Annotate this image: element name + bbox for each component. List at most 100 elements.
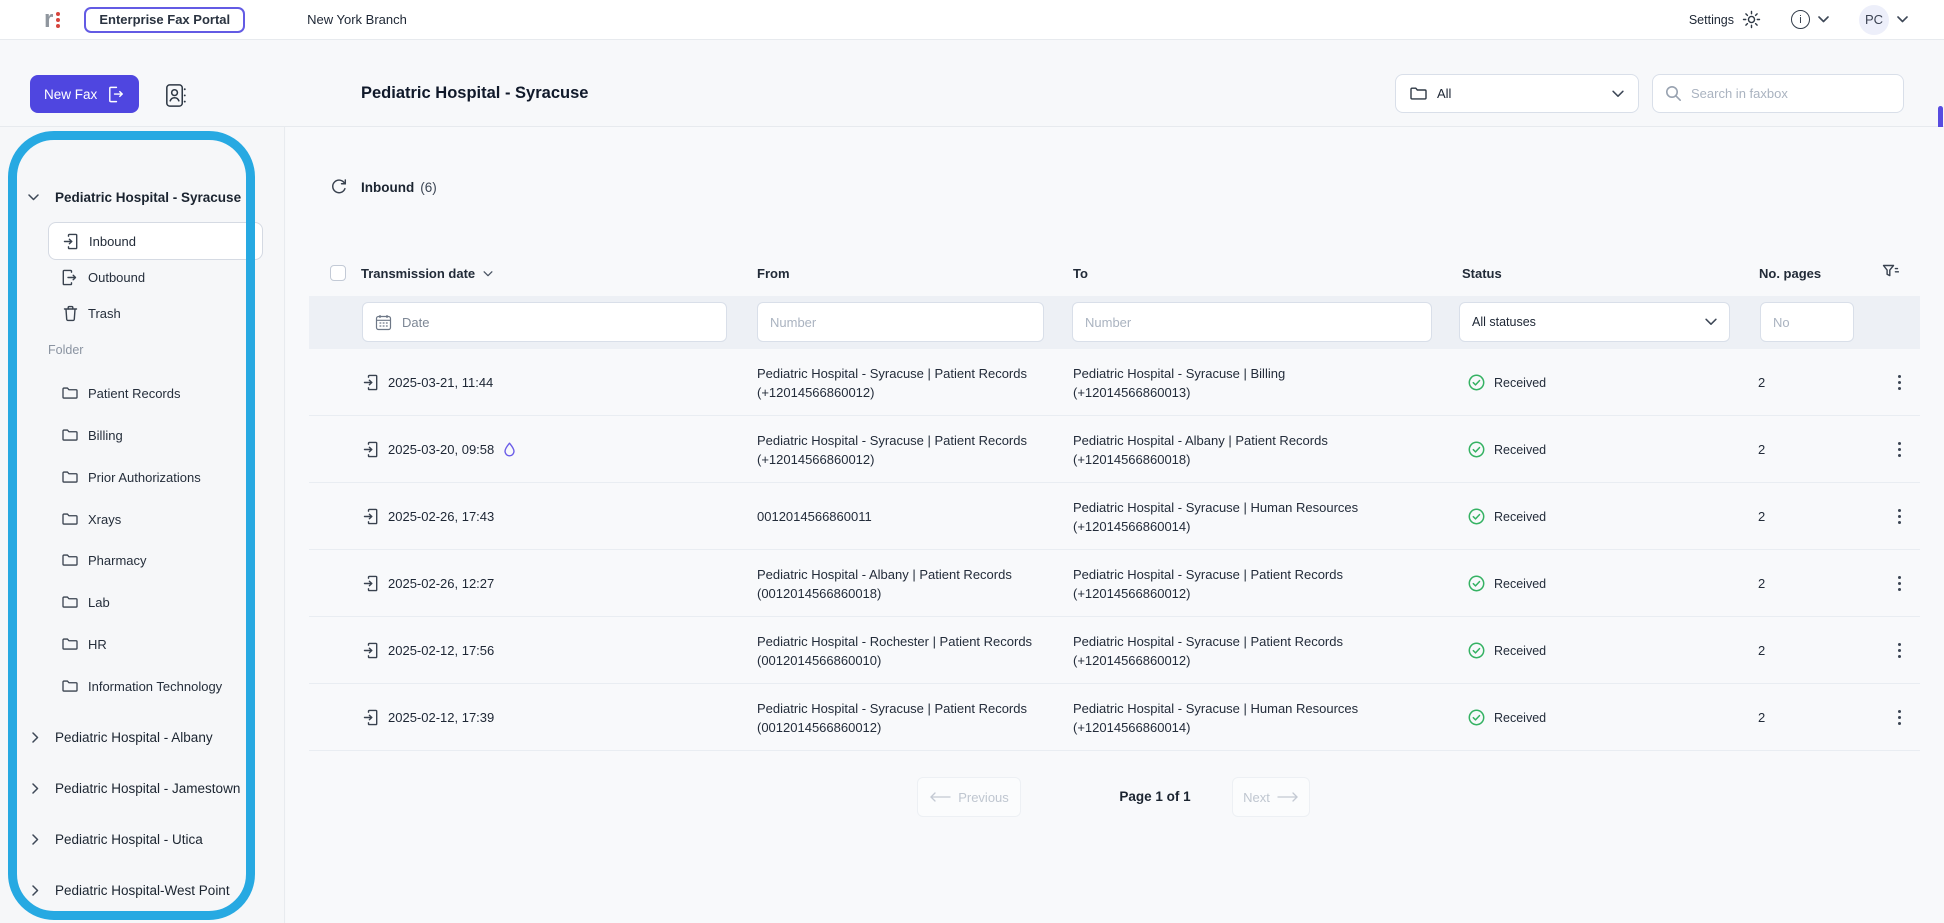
folder-icon xyxy=(62,595,78,609)
sidebar-folder-billing[interactable]: Billing xyxy=(0,417,285,453)
funnel-icon xyxy=(1882,264,1899,279)
select-all-checkbox[interactable] xyxy=(330,265,346,281)
sidebar-account-pediatric-hospital-utica[interactable]: Pediatric Hospital - Utica xyxy=(0,821,285,857)
annotation-droplet-icon xyxy=(503,442,516,457)
sidebar-item-outbound[interactable]: Outbound xyxy=(0,259,285,295)
previous-label: Previous xyxy=(958,790,1009,805)
sidebar-folder-label: HR xyxy=(88,637,107,652)
transmission-date-value: 2025-03-20, 09:58 xyxy=(388,442,494,457)
sidebar-folder-hr[interactable]: HR xyxy=(0,626,285,662)
cell-to: Pediatric Hospital - Syracuse | Billing … xyxy=(1073,349,1403,416)
row-menu-button[interactable] xyxy=(1886,617,1912,684)
sidebar-account-label: Pediatric Hospital - Jamestown xyxy=(55,781,240,796)
new-fax-icon xyxy=(106,85,125,104)
from-name: Pediatric Hospital - Albany | Patient Re… xyxy=(757,567,1057,582)
folder-icon xyxy=(62,679,78,693)
cell-status: Received xyxy=(1468,349,1546,416)
to-filter-input[interactable] xyxy=(1085,315,1419,330)
status-badge: Received xyxy=(1494,443,1546,457)
next-page-button[interactable]: Next xyxy=(1232,777,1310,817)
row-menu-button[interactable] xyxy=(1886,483,1912,550)
status-filter-value: All statuses xyxy=(1472,315,1536,329)
sidebar-account-label: Pediatric Hospital - Albany xyxy=(55,730,213,745)
folder-icon xyxy=(62,553,78,567)
transmission-date-value: 2025-03-21, 11:44 xyxy=(388,375,493,390)
sidebar-account-pediatric-hospital-west-point[interactable]: Pediatric Hospital-West Point xyxy=(0,872,285,908)
settings-button[interactable]: Settings xyxy=(1689,10,1761,29)
cell-to: Pediatric Hospital - Syracuse | Patient … xyxy=(1073,617,1403,684)
row-menu-button[interactable] xyxy=(1886,684,1912,751)
check-circle-icon xyxy=(1468,374,1485,391)
sidebar-folder-information-technology[interactable]: Information Technology xyxy=(0,668,285,704)
enterprise-fax-portal-button[interactable]: Enterprise Fax Portal xyxy=(84,7,245,33)
table-row[interactable]: 2025-02-12, 17:56 Pediatric Hospital - R… xyxy=(309,617,1920,684)
table-row[interactable]: 2025-02-26, 12:27 Pediatric Hospital - A… xyxy=(309,550,1920,617)
sidebar-folder-pharmacy[interactable]: Pharmacy xyxy=(0,542,285,578)
column-header-from[interactable]: From xyxy=(757,266,790,281)
folder-icon xyxy=(62,428,78,442)
sidebar: Pediatric Hospital - Syracuse Inbound Ou… xyxy=(0,127,285,923)
table-row[interactable]: 2025-03-21, 11:44 Pediatric Hospital - S… xyxy=(309,349,1920,416)
branch-label: New York Branch xyxy=(307,12,407,27)
transmission-date-value: 2025-02-26, 12:27 xyxy=(388,576,494,591)
sidebar-item-inbound[interactable]: Inbound xyxy=(48,222,263,260)
from-filter-input[interactable] xyxy=(770,315,1031,330)
info-icon: i xyxy=(1791,10,1810,29)
gear-icon xyxy=(1742,10,1761,29)
sidebar-account-pediatric-hospital-jamestown[interactable]: Pediatric Hospital - Jamestown xyxy=(0,770,285,806)
chevron-down-icon xyxy=(1705,318,1717,326)
cell-to: Pediatric Hospital - Syracuse | Human Re… xyxy=(1073,483,1403,550)
check-circle-icon xyxy=(1468,642,1485,659)
inbound-fax-icon xyxy=(363,441,379,458)
table-row[interactable]: 2025-02-12, 17:39 Pediatric Hospital - S… xyxy=(309,684,1920,751)
row-menu-button[interactable] xyxy=(1886,349,1912,416)
sidebar-folder-section-label: Folder xyxy=(48,343,83,357)
sidebar-folder-patient-records[interactable]: Patient Records xyxy=(0,375,285,411)
status-badge: Received xyxy=(1494,577,1546,591)
row-menu-button[interactable] xyxy=(1886,550,1912,617)
filter-button[interactable] xyxy=(1882,264,1899,279)
sidebar-account-pediatric-hospital-albany[interactable]: Pediatric Hospital - Albany xyxy=(0,719,285,755)
search-input[interactable] xyxy=(1691,86,1891,101)
from-name: 0012014566860011 xyxy=(757,509,1057,524)
column-header-status[interactable]: Status xyxy=(1462,266,1502,281)
cell-status: Received xyxy=(1468,550,1546,617)
enterprise-fax-portal-screen: r Enterprise Fax Portal New York Branch … xyxy=(0,0,1944,923)
to-number: (+12014566860014) xyxy=(1073,720,1403,735)
app-logo: r xyxy=(44,10,60,30)
folder-icon xyxy=(62,637,78,651)
sidebar-folder-lab[interactable]: Lab xyxy=(0,584,285,620)
contacts-button[interactable] xyxy=(160,80,190,110)
table-row[interactable]: 2025-03-20, 09:58 Pediatric Hospital - S… xyxy=(309,416,1920,483)
date-filter-input[interactable] xyxy=(402,315,714,330)
sidebar-folder-xrays[interactable]: Xrays xyxy=(0,501,285,537)
check-circle-icon xyxy=(1468,709,1485,726)
cell-status: Received xyxy=(1468,416,1546,483)
help-menu-button[interactable]: i xyxy=(1791,10,1829,29)
to-name: Pediatric Hospital - Syracuse | Human Re… xyxy=(1073,701,1403,716)
cell-status: Received xyxy=(1468,483,1546,550)
cell-transmission-date: 2025-03-21, 11:44 xyxy=(363,349,493,416)
account-menu-button[interactable]: PC xyxy=(1859,5,1908,35)
status-badge: Received xyxy=(1494,376,1546,390)
row-menu-button[interactable] xyxy=(1886,416,1912,483)
inbound-fax-icon xyxy=(363,374,379,391)
column-header-to[interactable]: To xyxy=(1073,266,1088,281)
settings-label: Settings xyxy=(1689,13,1734,27)
new-fax-button[interactable]: New Fax xyxy=(30,75,139,113)
status-filter-select[interactable]: All statuses xyxy=(1459,302,1730,342)
inbound-icon xyxy=(63,233,79,250)
list-header: Inbound (6) xyxy=(330,178,437,196)
to-name: Pediatric Hospital - Syracuse | Patient … xyxy=(1073,567,1403,582)
sidebar-folder-prior-authorizations[interactable]: Prior Authorizations xyxy=(0,459,285,495)
column-header-transmission-date[interactable]: Transmission date xyxy=(361,266,493,281)
folder-filter-select[interactable]: All xyxy=(1395,74,1639,113)
to-number: (+12014566860018) xyxy=(1073,452,1403,467)
column-header-pages[interactable]: No. pages xyxy=(1759,266,1821,281)
sidebar-item-trash[interactable]: Trash xyxy=(0,295,285,331)
refresh-button[interactable] xyxy=(330,178,348,196)
sidebar-account-syracuse[interactable]: Pediatric Hospital - Syracuse xyxy=(0,185,285,209)
table-row[interactable]: 2025-02-26, 17:43 0012014566860011 Pedia… xyxy=(309,483,1920,550)
previous-page-button[interactable]: Previous xyxy=(917,777,1021,817)
pages-filter-input[interactable] xyxy=(1773,315,1841,330)
